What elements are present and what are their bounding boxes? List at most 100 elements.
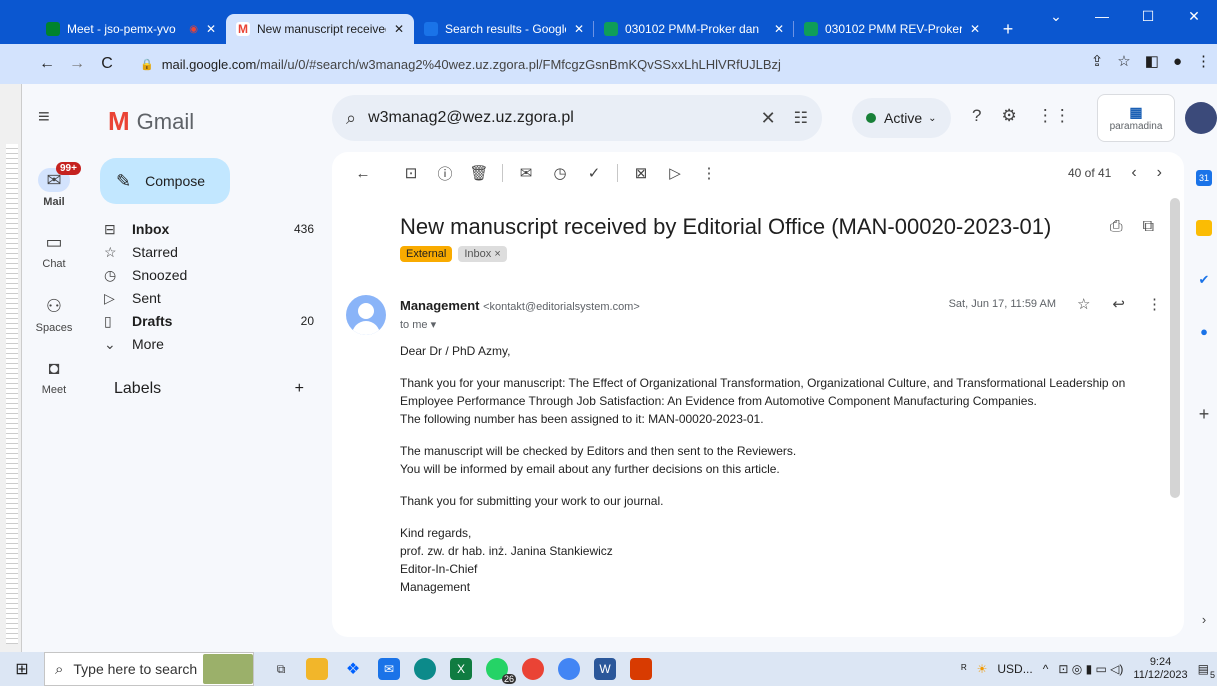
tab-meet[interactable]: Meet - jso-pemx-yvo ◉ ✕ xyxy=(36,14,226,44)
close-window-icon[interactable]: ✕ xyxy=(1171,0,1217,32)
tray-icons[interactable]: ⊡ ◎ ▮ ▭ ◁) xyxy=(1058,662,1123,676)
word-icon[interactable]: W xyxy=(594,658,616,680)
task-view-icon[interactable]: ⧉ xyxy=(270,658,292,680)
gmail-logo[interactable]: M Gmail xyxy=(108,106,194,137)
tasks-icon[interactable]: ✔ xyxy=(1196,272,1212,288)
sender-name[interactable]: Management xyxy=(400,298,479,313)
reload-icon[interactable]: C xyxy=(92,55,122,73)
close-tab-icon[interactable]: ✕ xyxy=(206,22,216,36)
move-to-icon[interactable]: ⊠ xyxy=(624,164,658,182)
windows-taskbar: ⊞ ⌕ Type here to search ⧉ ❖ ✉ X 26 W ᴿ ☀… xyxy=(0,652,1217,686)
status-selector[interactable]: Active ⌄ xyxy=(852,98,951,138)
delete-icon[interactable]: 🗑 xyxy=(462,164,496,182)
hide-panel-icon[interactable]: › xyxy=(1196,612,1212,628)
url-field[interactable]: 🔒 mail.google.com /mail/u/0/#search/w3ma… xyxy=(140,49,1180,79)
forward-icon[interactable]: → xyxy=(62,55,92,73)
clock[interactable]: 9:24 11/12/2023 xyxy=(1133,656,1187,682)
notifications-icon[interactable]: ▤ 5 xyxy=(1198,662,1215,680)
more-options-icon[interactable]: ⋮ xyxy=(1147,295,1162,313)
folder-more[interactable]: ⌄ More xyxy=(104,333,314,355)
tab-search-icon[interactable]: ⌄ xyxy=(1033,0,1079,32)
maximize-icon[interactable]: ☐ xyxy=(1125,0,1171,32)
archive-icon[interactable]: ⊡ xyxy=(394,164,428,182)
edge-icon[interactable] xyxy=(414,658,436,680)
scrollbar[interactable] xyxy=(1170,198,1180,498)
mark-unread-icon[interactable]: ✉ xyxy=(509,164,543,182)
tray-chevron-icon[interactable]: ^ xyxy=(1043,662,1049,676)
windows-start-icon[interactable]: ⊞ xyxy=(0,659,44,679)
search-options-icon[interactable]: ☷ xyxy=(794,108,808,128)
compose-button[interactable]: ✎ Compose xyxy=(100,158,230,204)
keep-icon[interactable] xyxy=(1196,220,1212,236)
apps-grid-icon[interactable]: ⋮⋮ xyxy=(1037,106,1071,126)
back-to-list-icon[interactable]: ← xyxy=(346,165,380,182)
mail-app-icon[interactable]: ✉ xyxy=(378,658,400,680)
folder-inbox[interactable]: ⊟ Inbox 436 xyxy=(104,218,314,240)
new-tab-button[interactable]: + xyxy=(994,14,1022,44)
inbox-label-chip[interactable]: Inbox × xyxy=(458,246,507,262)
star-icon[interactable]: ☆ xyxy=(1077,295,1090,313)
taskbar-search[interactable]: ⌕ Type here to search xyxy=(44,652,254,686)
search-input[interactable]: w3manag2@wez.uz.zgora.pl xyxy=(368,109,760,127)
tab-sheet-2[interactable]: 030102 PMM REV-Proker ✕ xyxy=(794,14,990,44)
sender-avatar[interactable] xyxy=(346,295,386,335)
people-icon[interactable]: ᴿ xyxy=(961,662,966,676)
close-tab-icon[interactable]: ✕ xyxy=(574,22,584,36)
rail-spaces[interactable]: ⚇ Spaces xyxy=(22,294,86,334)
snooze-icon[interactable]: ◷ xyxy=(543,164,577,182)
folder-drafts[interactable]: ▯ Drafts 20 xyxy=(104,310,314,332)
rail-meet[interactable]: ◘ Meet xyxy=(22,356,86,396)
more-actions-icon[interactable]: ⋮ xyxy=(692,164,726,182)
add-addon-icon[interactable]: + xyxy=(1196,405,1212,423)
close-tab-icon[interactable]: ✕ xyxy=(774,22,784,36)
contacts-icon[interactable]: ● xyxy=(1196,324,1212,340)
report-spam-icon[interactable]: ⓘ xyxy=(428,163,462,184)
clear-search-icon[interactable]: ✕ xyxy=(761,108,776,129)
weather-text[interactable]: USD... xyxy=(997,662,1032,676)
excel-icon[interactable]: X xyxy=(450,658,472,680)
reply-icon[interactable]: ↩ xyxy=(1112,295,1125,313)
share-icon[interactable]: ⇪ xyxy=(1091,52,1104,70)
tab-drive-search[interactable]: Search results - Google D ✕ xyxy=(414,14,594,44)
folder-sent[interactable]: ▷ Sent xyxy=(104,287,314,309)
search-bar[interactable]: ⌕ w3manag2@wez.uz.zgora.pl ✕ ☷ xyxy=(332,95,822,141)
rail-chat[interactable]: ▭ Chat xyxy=(22,230,86,270)
background-window-ruler xyxy=(0,84,22,652)
close-tab-icon[interactable]: ✕ xyxy=(394,22,404,36)
status-dot-icon xyxy=(866,113,876,123)
add-task-icon[interactable]: ✓ xyxy=(577,164,611,182)
kebab-menu-icon[interactable]: ⋮ xyxy=(1196,52,1211,70)
folder-starred[interactable]: ☆ Starred xyxy=(104,241,314,263)
search-icon[interactable]: ⌕ xyxy=(346,108,356,129)
label-icon[interactable]: ▷ xyxy=(658,164,692,182)
settings-gear-icon[interactable]: ⚙ xyxy=(1001,106,1016,126)
bookmark-star-icon[interactable]: ☆ xyxy=(1117,52,1130,70)
newer-icon[interactable]: ‹ xyxy=(1131,164,1136,182)
help-icon[interactable]: ? xyxy=(972,106,981,126)
recipients-toggle[interactable]: to me ▾ xyxy=(400,318,436,331)
tab-gmail[interactable]: M New manuscript received ✕ xyxy=(226,14,414,44)
folder-snoozed[interactable]: ◷ Snoozed xyxy=(104,264,314,286)
calendar-icon[interactable]: 31 xyxy=(1196,170,1212,186)
main-menu-icon[interactable]: ≡ xyxy=(38,106,50,129)
whatsapp-icon[interactable]: 26 xyxy=(486,658,516,684)
add-label-icon[interactable]: + xyxy=(295,380,304,398)
sidepanel-icon[interactable]: ◧ xyxy=(1145,52,1159,70)
chrome-profile-icon[interactable] xyxy=(558,658,580,680)
pdf-app-icon[interactable] xyxy=(630,658,652,680)
lock-icon[interactable]: 🔒 xyxy=(140,58,154,71)
older-icon[interactable]: › xyxy=(1157,164,1162,182)
tab-sheet-1[interactable]: 030102 PMM-Proker dan ✕ xyxy=(594,14,794,44)
back-icon[interactable]: ← xyxy=(32,55,62,73)
minimize-icon[interactable]: — xyxy=(1079,0,1125,32)
print-icon[interactable]: ⎙ xyxy=(1110,218,1123,236)
close-tab-icon[interactable]: ✕ xyxy=(970,22,980,36)
org-logo[interactable]: ▦ paramadina xyxy=(1097,94,1175,142)
account-avatar[interactable] xyxy=(1185,102,1217,134)
dropbox-icon[interactable]: ❖ xyxy=(342,658,364,680)
chrome-icon[interactable] xyxy=(522,658,544,680)
open-new-window-icon[interactable]: ⧉ xyxy=(1143,218,1154,236)
profile-icon[interactable]: ● xyxy=(1173,53,1182,70)
rail-mail[interactable]: ✉ 99+ Mail xyxy=(22,162,86,208)
file-explorer-icon[interactable] xyxy=(306,658,328,680)
